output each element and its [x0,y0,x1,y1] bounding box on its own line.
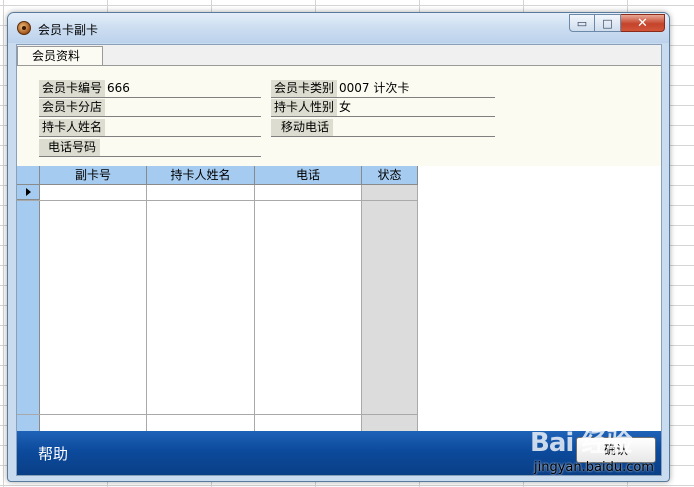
window-title: 会员卡副卡 [38,23,99,37]
member-info-panel: 会员卡编号 666 会员卡类别 0007 计次卡 会员卡分店 持卡人性别 女 持… [17,65,661,166]
app-icon [17,21,31,35]
phone-field[interactable]: 电话号码 [39,139,261,157]
sub-card-grid-area: 副卡号 持卡人姓名 电话 状态 [17,166,661,431]
row-selector-column[interactable] [17,185,40,431]
maximize-button[interactable]: □ [595,14,621,32]
grid-corner[interactable] [17,166,40,185]
mobile-label: 移动电话 [271,119,334,136]
cells-holder-name[interactable] [147,185,255,431]
maximize-icon: □ [602,16,613,30]
cells-status[interactable] [362,185,418,431]
branch-field[interactable]: 会员卡分店 [39,99,261,117]
current-row-indicator[interactable] [17,185,39,200]
grid-footer-divider [17,414,418,415]
holder-name-field[interactable]: 持卡人姓名 [39,119,261,137]
card-type-field[interactable]: 会员卡类别 0007 计次卡 [271,80,495,98]
column-sub-card-no[interactable]: 副卡号 [40,166,147,185]
mobile-field[interactable]: 移动电话 [271,119,495,137]
holder-name-label: 持卡人姓名 [39,119,106,136]
watermark-url: jingyan.baidu.com [534,460,654,475]
gender-label: 持卡人性别 [271,99,338,116]
gender-field[interactable]: 持卡人性别 女 [271,99,495,117]
minimize-button[interactable]: ▭ [569,14,595,32]
help-link[interactable]: 帮助 [38,443,68,464]
card-no-value: 666 [107,81,130,95]
branch-label: 会员卡分店 [39,99,106,116]
card-type-label: 会员卡类别 [271,80,338,97]
tab-member-info[interactable]: 会员资料 [17,46,103,66]
cells-phone[interactable] [255,185,362,431]
close-button[interactable]: ✕ [621,14,665,32]
dialog-client: 会员资料 会员卡编号 666 会员卡类别 0007 计次卡 会员卡分店 持卡人性… [16,44,662,476]
column-holder-name[interactable]: 持卡人姓名 [147,166,255,185]
column-phone[interactable]: 电话 [255,166,362,185]
card-type-value: 0007 计次卡 [339,81,410,95]
phone-label: 电话号码 [39,139,101,156]
grid-header: 副卡号 持卡人姓名 电话 状态 [17,166,418,185]
grid-row-divider [17,200,418,201]
sub-card-grid[interactable]: 副卡号 持卡人姓名 电话 状态 [17,166,418,431]
row-pointer-icon [26,188,31,196]
minimize-icon: ▭ [576,16,588,30]
dialog-window: 会员卡副卡 ▭ □ ✕ 会员资料 会员卡编号 666 会员卡类别 0007 计次… [7,12,670,482]
title-bar[interactable]: 会员卡副卡 ▭ □ ✕ [8,13,669,43]
column-status[interactable]: 状态 [362,166,418,185]
tab-strip: 会员资料 [17,45,661,66]
cells-sub-card-no[interactable] [40,185,147,431]
close-icon: ✕ [637,15,648,31]
watermark-logo: Bai 经验 [530,428,632,458]
window-controls: ▭ □ ✕ [569,14,665,34]
gender-value: 女 [339,100,352,114]
card-no-label: 会员卡编号 [39,80,106,97]
card-no-field[interactable]: 会员卡编号 666 [39,80,261,98]
